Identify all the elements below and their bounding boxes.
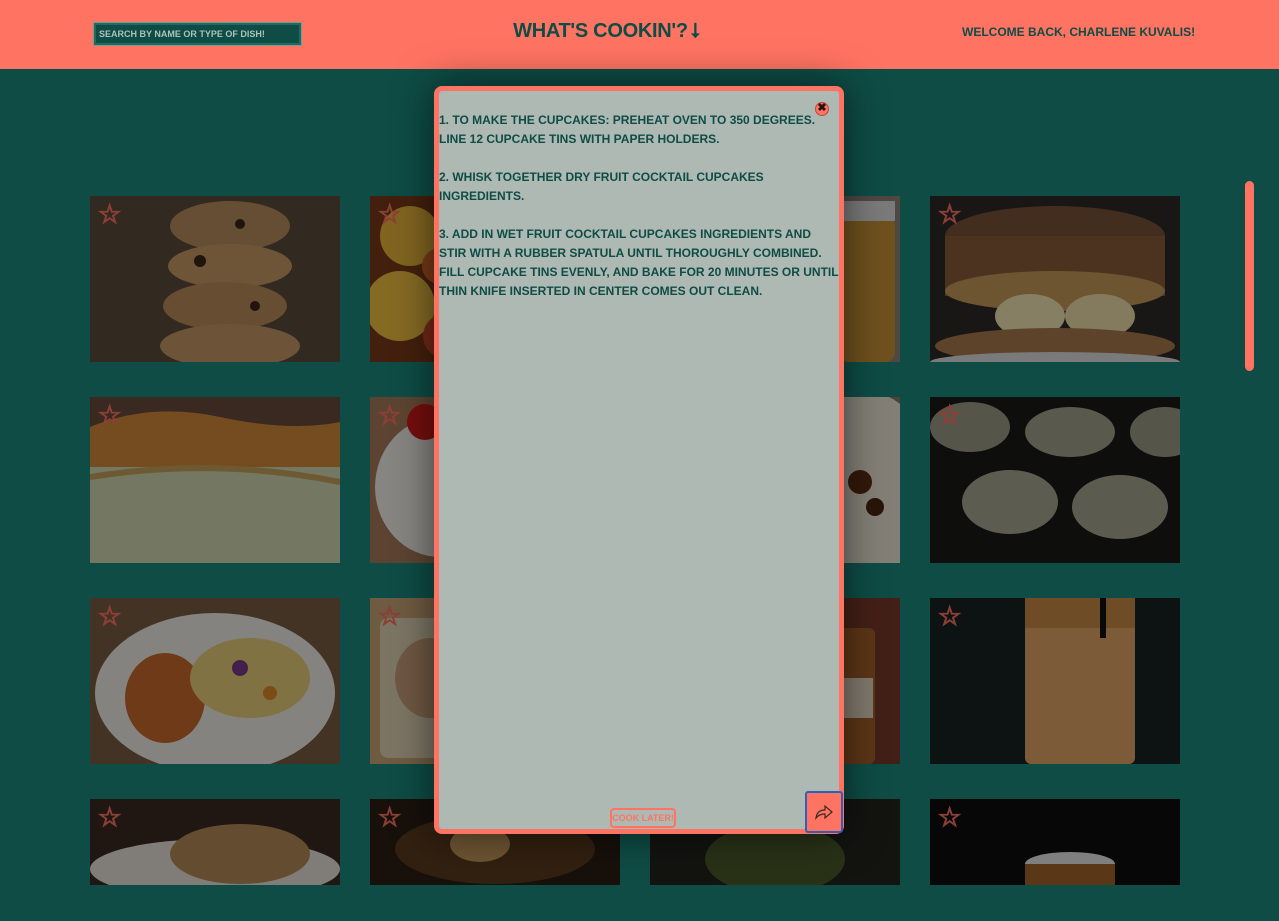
star-outline-icon[interactable]: ☆ [97,603,122,630]
star-outline-icon[interactable]: ☆ [97,402,122,429]
recipe-instructions-modal: ✖ 1. TO MAKE THE CUPCAKES: PREHEAT OVEN … [434,86,844,834]
star-outline-icon[interactable]: ☆ [97,201,122,228]
star-filled-icon[interactable]: ☆ [377,201,402,228]
recipe-photo [90,196,340,362]
recipe-photo [930,799,1180,885]
recipe-photo [930,397,1180,563]
star-outline-icon[interactable]: ☆ [377,402,402,429]
star-outline-icon[interactable]: ☆ [937,603,962,630]
recipe-photo [930,598,1180,764]
recipe-photo [930,196,1180,362]
recipe-card[interactable]: ☆ [930,196,1180,362]
star-outline-icon[interactable]: ☆ [97,804,122,831]
recipe-card[interactable]: ☆ [930,598,1180,764]
recipe-card[interactable]: ☆ [930,799,1180,885]
recipe-photo [90,598,340,764]
app-header: WHAT'S COOKIN'?⭣ WELCOME BACK, CHARLENE … [0,0,1279,69]
recipe-photo [90,397,340,563]
star-filled-icon[interactable]: ☆ [377,804,402,831]
welcome-message: WELCOME BACK, CHARLENE KUVALIS! [962,25,1196,39]
recipe-card[interactable]: ☆ [90,196,340,362]
share-button[interactable] [805,791,843,833]
app-title-text: WHAT'S COOKIN'? [513,20,688,42]
recipe-card[interactable]: ☆ [930,397,1180,563]
instruction-step: 1. TO MAKE THE CUPCAKES: PREHEAT OVEN TO… [439,113,816,146]
star-outline-icon[interactable]: ☆ [937,402,962,429]
star-filled-icon[interactable]: ☆ [377,603,402,630]
recipe-card[interactable]: ☆ [90,397,340,563]
recipe-card[interactable]: ☆ [90,598,340,764]
instruction-steps: 1. TO MAKE THE CUPCAKES: PREHEAT OVEN TO… [439,111,839,320]
scrollbar[interactable] [1245,181,1254,371]
instruction-step: 2. WHISK TOGETHER DRY FRUIT COCKTAIL CUP… [439,170,764,203]
recipe-photo [90,799,340,885]
star-outline-icon[interactable]: ☆ [937,201,962,228]
recipe-card[interactable]: ☆ [90,799,340,885]
instruction-step: 3. ADD IN WET FRUIT COCKTAIL CUPCAKES IN… [439,227,839,298]
arrow-down-icon[interactable]: ⭣ [691,20,700,43]
star-outline-icon[interactable]: ☆ [937,804,962,831]
share-arrow-icon [815,804,833,820]
cook-later-button[interactable]: COOK LATER! [610,808,676,828]
